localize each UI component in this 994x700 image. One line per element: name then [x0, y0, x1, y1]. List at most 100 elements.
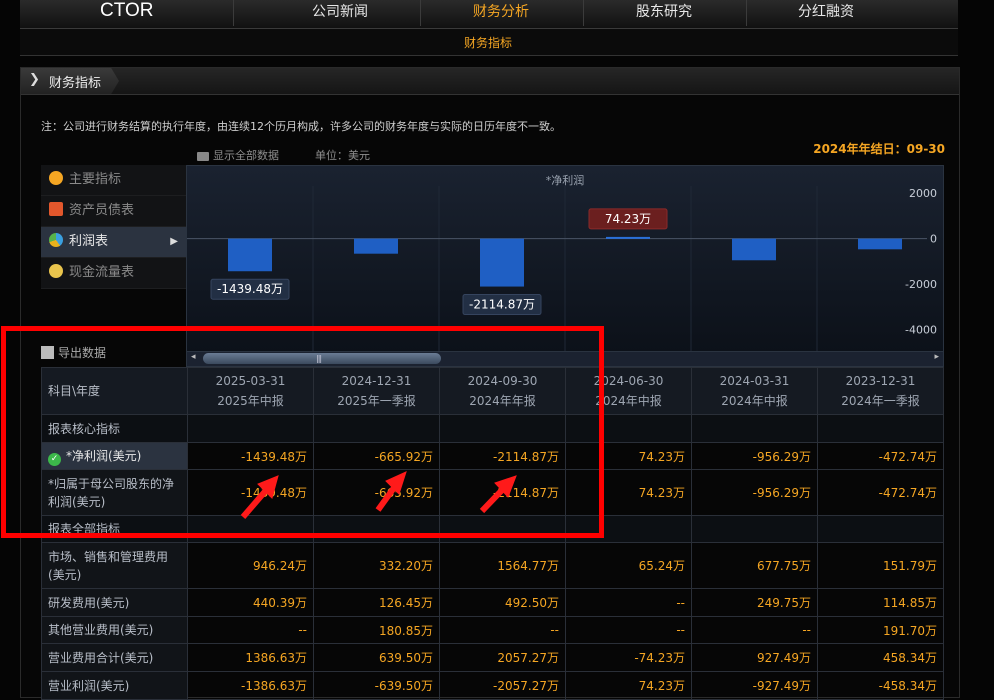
table-cell: -- — [565, 588, 692, 617]
table-cell: 332.20万 — [313, 542, 440, 589]
table-cell: -- — [439, 616, 566, 644]
table-row: 市场、销售和管理费用(美元) 946.24万 332.20万 1564.77万 65.2… — [41, 542, 944, 589]
table-cell — [817, 515, 944, 543]
nav-separator — [233, 0, 234, 26]
table-cell: 151.79万 — [817, 542, 944, 589]
y-tick-label: -4000 — [905, 323, 937, 336]
table-cell: 191.70万 — [817, 616, 944, 644]
table-cell: -639.50万 — [313, 671, 440, 700]
y-tick-label: 0 — [930, 233, 937, 246]
data-label: -2114.87万 — [462, 294, 542, 316]
fiscal-year-end: 2024年年结日：09-30 — [813, 142, 945, 156]
chart-canvas: 2000 0 -2000 -4000 -1439.48万 -2114.87万 74.23万 — [187, 186, 937, 352]
table-cell: -472.74万 — [817, 442, 944, 470]
table-cell: 65.24万 — [565, 542, 692, 589]
table-cell: -472.74万 — [817, 469, 944, 516]
bar — [858, 238, 902, 250]
table-cell: 1386.63万 — [187, 643, 314, 672]
y-tick-label: 2000 — [909, 187, 937, 200]
column-header[interactable]: 2024-03-31 2024年中报 — [691, 367, 818, 415]
nav-item-dividend-financing[interactable]: 分红融资 — [798, 2, 854, 22]
table-cell: -1386.63万 — [187, 671, 314, 700]
table-cell: 492.50万 — [439, 588, 566, 617]
table-cell — [817, 414, 944, 443]
table-cell: 440.39万 — [187, 588, 314, 617]
nav-separator — [583, 0, 584, 26]
table-cell: 1564.77万 — [439, 542, 566, 589]
table-cell: 249.75万 — [691, 588, 818, 617]
table-cell: 74.23万 — [565, 671, 692, 700]
row-label: 其他营业费用(美元) — [41, 616, 188, 644]
menu-item-main-indicators[interactable]: 主要指标 — [41, 165, 186, 196]
table-cell: -- — [565, 616, 692, 644]
table-cell: 946.24万 — [187, 542, 314, 589]
bar — [354, 238, 398, 254]
data-label: -1439.48万 — [210, 278, 290, 300]
fiscal-note: 注：公司进行财务结算的执行年度，由连续12个历月构成，许多公司的财务年度与实际的… — [41, 120, 561, 133]
table-cell: 639.50万 — [313, 643, 440, 672]
svg-text:74.23万: 74.23万 — [605, 212, 651, 226]
menu-item-income-statement[interactable]: 利润表 ▶ — [41, 227, 186, 258]
table-cell — [691, 414, 818, 443]
table-cell: -- — [187, 616, 314, 644]
panel-header: ❯ 财务指标 — [21, 68, 959, 95]
svg-text:-2114.87万: -2114.87万 — [469, 298, 535, 312]
table-cell: 2057.27万 — [439, 643, 566, 672]
table-cell: -956.29万 — [691, 442, 818, 470]
pie-chart-icon — [49, 233, 63, 247]
nav-item-shareholder-research[interactable]: 股东研究 — [636, 2, 692, 22]
nav-separator — [420, 0, 421, 26]
svg-text:-1439.48万: -1439.48万 — [217, 282, 283, 296]
coins-icon — [49, 264, 63, 278]
nav-item-financial-analysis[interactable]: 财务分析 — [473, 2, 529, 22]
table-row: 营业费用合计(美元) 1386.63万 639.50万 2057.27万 -74.23万… — [41, 643, 944, 672]
table-cell: 458.34万 — [817, 643, 944, 672]
table-cell: 927.49万 — [691, 643, 818, 672]
panel-title: 财务指标 — [49, 76, 102, 91]
annotation-box — [1, 326, 604, 538]
table-cell: -927.49万 — [691, 671, 818, 700]
table-cell: 677.75万 — [691, 542, 818, 589]
bar — [606, 236, 650, 239]
table-cell: -956.29万 — [691, 469, 818, 516]
panel-tab: ❯ 财务指标 — [21, 68, 119, 94]
row-label: 研发费用(美元) — [41, 588, 188, 617]
table-cell: -2057.27万 — [439, 671, 566, 700]
nav-separator — [746, 0, 747, 26]
menu-item-balance-sheet[interactable]: 资产员债表 — [41, 196, 186, 227]
table-row: 营业利润(美元) -1386.63万 -639.50万 -2057.27万 74.23万… — [41, 671, 944, 700]
net-profit-chart: *净利润 2000 0 -2000 -4000 -1439.48万 -2114.87万 74… — [186, 165, 944, 353]
y-tick-label: -2000 — [905, 278, 937, 291]
bar — [228, 238, 272, 272]
unit-label: 单位：美元 — [315, 149, 370, 162]
bar — [480, 238, 524, 287]
menu-item-cash-flow[interactable]: 现金流量表 — [41, 258, 186, 289]
row-label: 营业利润(美元) — [41, 671, 188, 700]
bar — [732, 238, 776, 261]
table-cell: 114.85万 — [817, 588, 944, 617]
column-header[interactable]: 2023-12-31 2024年一季报 — [817, 367, 944, 415]
sub-nav: 财务指标 — [20, 29, 958, 56]
top-nav: CTOR 公司新闻 财务分析 股东研究 分红融资 — [20, 0, 958, 29]
chevron-right-icon: ❯ — [29, 72, 40, 87]
row-label: 营业费用合计(美元) — [41, 643, 188, 672]
subnav-item-financial-indicators[interactable]: 财务指标 — [464, 34, 512, 51]
sun-icon — [49, 171, 63, 185]
statement-menu: 主要指标 资产员债表 利润表 ▶ 现金流量表 — [41, 165, 186, 289]
scroll-right-icon[interactable]: ▸ — [934, 352, 939, 362]
table-row: 研发费用(美元) 440.39万 126.45万 492.50万 -- 249.75万 11… — [41, 588, 944, 617]
show-all-data-toggle[interactable]: 显示全部数据 — [197, 147, 279, 163]
table-cell: -74.23万 — [565, 643, 692, 672]
table-row: 其他营业费用(美元) -- 180.85万 -- -- -- 191.70万 — [41, 616, 944, 644]
table-cell: 180.85万 — [313, 616, 440, 644]
document-icon — [49, 202, 63, 216]
table-cell: 126.45万 — [313, 588, 440, 617]
table-cell: -458.34万 — [817, 671, 944, 700]
nav-item-company-news[interactable]: 公司新闻 — [312, 2, 368, 22]
row-label: 市场、销售和管理费用(美元) — [41, 542, 188, 589]
logo: CTOR — [100, 0, 154, 21]
table-cell: -- — [691, 616, 818, 644]
table-cell — [691, 515, 818, 543]
data-label: 74.23万 — [588, 208, 668, 230]
comment-icon — [197, 151, 209, 161]
